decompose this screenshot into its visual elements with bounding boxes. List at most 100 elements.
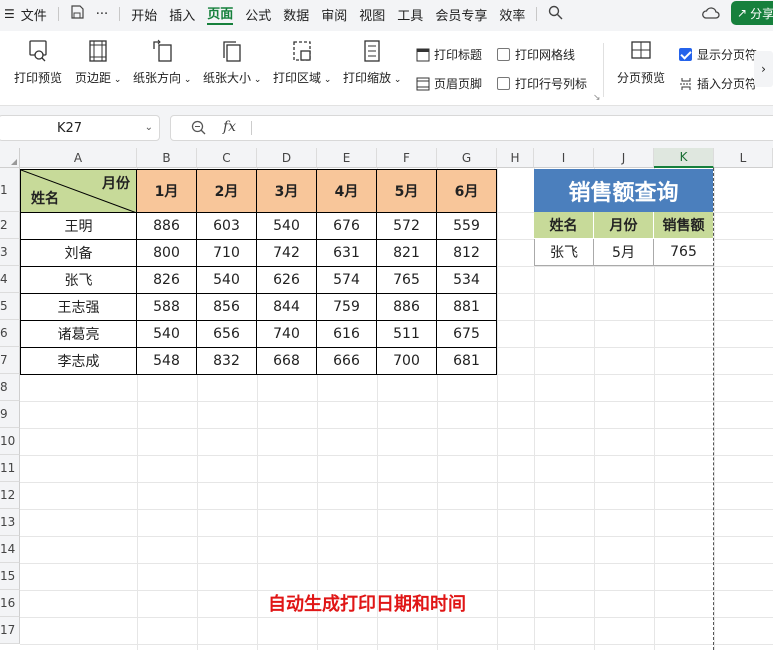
row-header-8[interactable]: 8	[0, 374, 20, 401]
sales-value-cell[interactable]: 826	[137, 267, 197, 294]
month-header-4[interactable]: 4月	[317, 169, 377, 213]
search-icon[interactable]	[548, 5, 563, 24]
menu-formula[interactable]: 公式	[245, 5, 271, 24]
sales-value-cell[interactable]: 710	[197, 240, 257, 267]
sales-value-cell[interactable]: 559	[437, 213, 497, 240]
menu-tools[interactable]: 工具	[397, 5, 423, 24]
zoom-icon[interactable]	[191, 120, 206, 139]
month-header-1[interactable]: 1月	[137, 169, 197, 213]
sales-value-cell[interactable]: 626	[257, 267, 317, 294]
name-cell[interactable]: 刘备	[20, 240, 137, 267]
column-header-d[interactable]: D	[257, 148, 317, 168]
sales-value-cell[interactable]: 740	[257, 321, 317, 348]
formula-input[interactable]: fx	[170, 115, 773, 141]
row-header-10[interactable]: 10	[0, 428, 20, 455]
more-icon[interactable]: ···	[96, 7, 108, 22]
column-header-a[interactable]: A	[20, 148, 137, 168]
row-header-15[interactable]: 15	[0, 563, 20, 590]
menu-page[interactable]: 页面	[207, 3, 234, 25]
row-header-9[interactable]: 9	[0, 401, 20, 428]
row-header-6[interactable]: 6	[0, 320, 20, 347]
name-box[interactable]: K27 ⌄	[0, 115, 160, 141]
sales-value-cell[interactable]: 856	[197, 294, 257, 321]
sales-value-cell[interactable]: 676	[317, 213, 377, 240]
name-cell[interactable]: 王志强	[20, 294, 137, 321]
sales-value-cell[interactable]: 540	[197, 267, 257, 294]
sales-value-cell[interactable]: 668	[257, 348, 317, 375]
name-cell[interactable]: 李志成	[20, 348, 137, 375]
name-cell[interactable]: 王明	[20, 213, 137, 240]
sales-value-cell[interactable]: 540	[257, 213, 317, 240]
column-header-g[interactable]: G	[437, 148, 497, 168]
row-header-13[interactable]: 13	[0, 509, 20, 536]
name-cell[interactable]: 张飞	[20, 267, 137, 294]
sales-value-cell[interactable]: 616	[317, 321, 377, 348]
menu-home[interactable]: 开始	[131, 5, 157, 24]
row-header-2[interactable]: 2	[0, 212, 20, 239]
sales-value-cell[interactable]: 886	[137, 213, 197, 240]
menu-view[interactable]: 视图	[359, 5, 385, 24]
menu-efficiency[interactable]: 效率	[499, 5, 525, 24]
column-header-b[interactable]: B	[137, 148, 197, 168]
sales-value-cell[interactable]: 675	[437, 321, 497, 348]
show-page-breaks-checkbox[interactable]: 显示分页符	[679, 46, 757, 63]
print-headings-checkbox[interactable]: 打印行号列标	[497, 75, 587, 92]
column-header-e[interactable]: E	[317, 148, 377, 168]
sales-value-cell[interactable]: 534	[437, 267, 497, 294]
column-header-f[interactable]: F	[377, 148, 437, 168]
query-value-month[interactable]: 5月	[594, 239, 654, 266]
header-footer-button[interactable]: 页眉页脚	[416, 75, 482, 92]
sales-value-cell[interactable]: 511	[377, 321, 437, 348]
hamburger-icon[interactable]: ☰	[4, 7, 15, 21]
row-header-1[interactable]: 1	[0, 168, 20, 212]
sales-value-cell[interactable]: 548	[137, 348, 197, 375]
menu-member[interactable]: 会员专享	[435, 5, 487, 24]
sales-value-cell[interactable]: 666	[317, 348, 377, 375]
menu-data[interactable]: 数据	[283, 5, 309, 24]
share-button[interactable]: ↗ 分享	[731, 1, 773, 25]
sales-value-cell[interactable]: 681	[437, 348, 497, 375]
paper-size-button[interactable]: 纸张大小 ⌄	[203, 39, 261, 86]
sales-value-cell[interactable]: 540	[137, 321, 197, 348]
sales-value-cell[interactable]: 656	[197, 321, 257, 348]
column-header-l[interactable]: L	[714, 148, 773, 168]
print-titles-button[interactable]: 打印标题	[416, 46, 482, 63]
query-value-name[interactable]: 张飞	[534, 239, 594, 266]
row-header-11[interactable]: 11	[0, 455, 20, 482]
row-header-12[interactable]: 12	[0, 482, 20, 509]
margins-button[interactable]: 页边距 ⌄	[75, 39, 121, 86]
month-header-2[interactable]: 2月	[197, 169, 257, 213]
select-all-corner[interactable]	[0, 148, 20, 168]
sales-value-cell[interactable]: 886	[377, 294, 437, 321]
sales-value-cell[interactable]: 812	[437, 240, 497, 267]
sales-value-cell[interactable]: 631	[317, 240, 377, 267]
sales-value-cell[interactable]: 844	[257, 294, 317, 321]
month-header-5[interactable]: 5月	[377, 169, 437, 213]
sales-value-cell[interactable]: 700	[377, 348, 437, 375]
save-icon[interactable]	[70, 5, 84, 23]
dialog-launcher-icon[interactable]: ↘	[593, 93, 601, 103]
column-header-i[interactable]: I	[534, 148, 594, 168]
menu-review[interactable]: 审阅	[321, 5, 347, 24]
sales-value-cell[interactable]: 588	[137, 294, 197, 321]
row-header-17[interactable]: 17	[0, 617, 20, 644]
column-header-j[interactable]: J	[594, 148, 654, 168]
orientation-button[interactable]: 纸张方向 ⌄	[133, 39, 191, 86]
spreadsheet-grid[interactable]: ABCDEFGHIJKL 1 2 3 4 5 6 7 8 9 10 11 12 13 14 15 16 17 月…	[0, 148, 773, 650]
sales-value-cell[interactable]: 832	[197, 348, 257, 375]
query-header-name[interactable]: 姓名	[534, 212, 594, 239]
sales-value-cell[interactable]: 800	[137, 240, 197, 267]
month-header-6[interactable]: 6月	[437, 169, 497, 213]
query-title[interactable]: 销售额查询	[534, 169, 713, 212]
sales-value-cell[interactable]: 759	[317, 294, 377, 321]
month-header-3[interactable]: 3月	[257, 169, 317, 213]
cloud-icon[interactable]	[702, 5, 720, 25]
row-header-7[interactable]: 7	[0, 347, 20, 374]
menu-insert[interactable]: 插入	[169, 5, 195, 24]
sales-value-cell[interactable]: 742	[257, 240, 317, 267]
row-header-14[interactable]: 14	[0, 536, 20, 563]
column-header-c[interactable]: C	[197, 148, 257, 168]
sales-value-cell[interactable]: 603	[197, 213, 257, 240]
row-header-16[interactable]: 16	[0, 590, 20, 617]
print-preview-button[interactable]: 打印预览	[14, 39, 62, 86]
